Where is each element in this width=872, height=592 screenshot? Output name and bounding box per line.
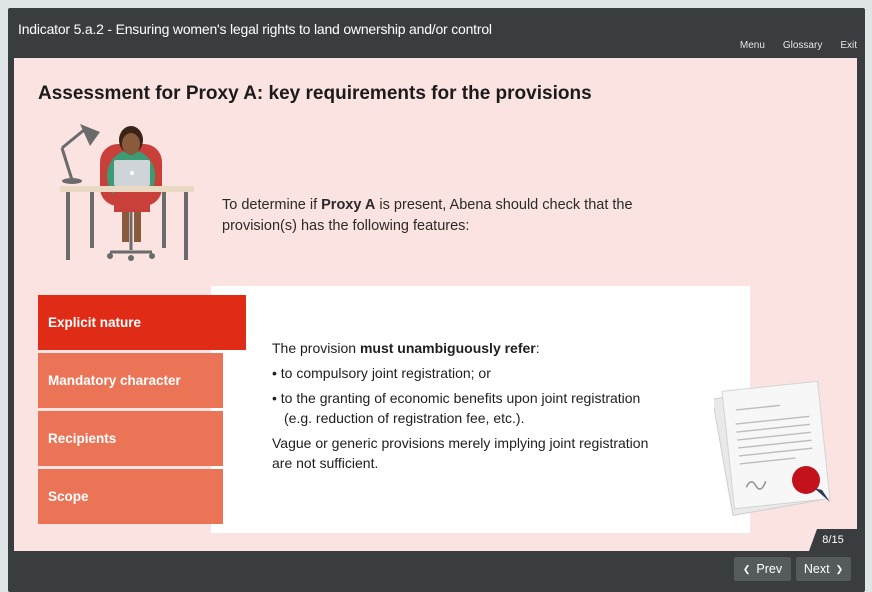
tab-explicit-nature[interactable]: Explicit nature xyxy=(38,295,246,350)
intro-text: To determine if Proxy A is present, Aben… xyxy=(222,195,702,237)
prev-label: Prev xyxy=(756,562,783,576)
lead-part1: The provision xyxy=(272,340,360,356)
slide-title: Assessment for Proxy A: key requirements… xyxy=(38,83,592,104)
tab-mandatory-character[interactable]: Mandatory character xyxy=(38,353,223,408)
certificate-document-illustration xyxy=(711,376,844,517)
intro-part1: To determine if xyxy=(222,197,322,213)
intro-bold: Proxy A xyxy=(321,197,376,213)
woman-at-desk-illustration xyxy=(44,118,199,268)
exit-link[interactable]: Exit xyxy=(840,40,857,51)
top-bar: Indicator 5.a.2 - Ensuring women's legal… xyxy=(8,8,865,56)
player-frame: Indicator 5.a.2 - Ensuring women's legal… xyxy=(8,8,865,592)
chevron-left-icon: ❮ xyxy=(742,563,751,574)
tab-scope[interactable]: Scope xyxy=(38,469,223,524)
menu-link[interactable]: Menu xyxy=(740,40,765,51)
next-button[interactable]: Next ❯ xyxy=(796,557,851,581)
lead-bold: must unambiguously refer xyxy=(359,340,536,356)
lead-part2: : xyxy=(535,340,540,356)
top-nav: Menu Glossary Exit xyxy=(740,40,857,51)
slide: Assessment for Proxy A: key requirements… xyxy=(14,58,857,551)
next-label: Next xyxy=(803,562,830,576)
content-note: Vague or generic provisions merely imply… xyxy=(272,435,649,471)
course-title: Indicator 5.a.2 - Ensuring women's legal… xyxy=(18,21,492,37)
tab-recipients[interactable]: Recipients xyxy=(38,411,223,466)
chevron-right-icon: ❯ xyxy=(835,563,844,574)
page-counter: 8/15 xyxy=(809,529,857,551)
content-bullet: • to compulsory joint registration; or xyxy=(272,365,491,381)
tab-content: The provision must unambiguously refer: … xyxy=(272,338,662,478)
content-bullet: • to the granting of economic benefits u… xyxy=(272,390,641,426)
prev-button[interactable]: ❮ Prev xyxy=(734,557,791,581)
glossary-link[interactable]: Glossary xyxy=(783,40,822,51)
content-lead: The provision must unambiguously refer: xyxy=(272,338,662,358)
